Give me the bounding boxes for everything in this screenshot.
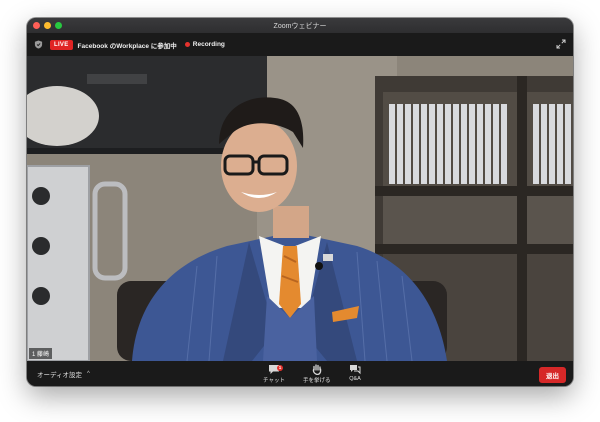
audio-settings-button[interactable]: オーディオ設定 ^ bbox=[37, 369, 90, 379]
chat-label: チャット bbox=[263, 378, 285, 384]
live-badge[interactable]: LIVE bbox=[50, 39, 73, 50]
leave-button[interactable]: 退出 bbox=[539, 367, 566, 383]
participant-name-tag: 1 藤崎 bbox=[29, 348, 53, 359]
recording-label: Recording bbox=[192, 41, 225, 48]
raise-hand-button[interactable]: 手を挙げる bbox=[303, 364, 331, 384]
recording-dot-icon bbox=[184, 42, 190, 47]
qa-button[interactable]: Q&A bbox=[349, 364, 361, 382]
zoom-webinar-window: Zoomウェビナー LIVE Facebook のWorkplace に参加中 … bbox=[27, 18, 573, 386]
window-title: Zoomウェビナー bbox=[273, 22, 327, 30]
fullscreen-icon[interactable] bbox=[556, 39, 566, 49]
recording-indicator[interactable]: Recording bbox=[184, 41, 225, 48]
caret-up-icon[interactable]: ^ bbox=[87, 371, 90, 377]
chat-button[interactable]: 1 チャット bbox=[263, 364, 285, 384]
window-controls bbox=[33, 22, 62, 29]
shield-icon[interactable] bbox=[34, 40, 43, 49]
meeting-top-bar: LIVE Facebook のWorkplace に参加中 Recording bbox=[27, 33, 573, 56]
raise-hand-label: 手を挙げる bbox=[303, 378, 331, 384]
speaker-video: 1 藤崎 bbox=[27, 56, 573, 361]
audio-settings-label: オーディオ設定 bbox=[37, 372, 83, 379]
meeting-control-bar: オーディオ設定 ^ 1 チャット 手を挙げる Q&A 退出 bbox=[27, 361, 573, 386]
qa-label: Q&A bbox=[349, 376, 361, 382]
maximize-window-button[interactable] bbox=[55, 22, 62, 29]
minimize-window-button[interactable] bbox=[44, 22, 51, 29]
speaker-video-frame bbox=[27, 56, 573, 361]
meeting-name: Facebook のWorkplace に参加中 bbox=[77, 42, 177, 50]
title-bar: Zoomウェビナー bbox=[27, 18, 573, 33]
chat-unread-badge: 1 bbox=[277, 365, 283, 371]
raise-hand-icon bbox=[312, 364, 322, 375]
qa-icon bbox=[350, 365, 361, 375]
close-window-button[interactable] bbox=[33, 22, 40, 29]
